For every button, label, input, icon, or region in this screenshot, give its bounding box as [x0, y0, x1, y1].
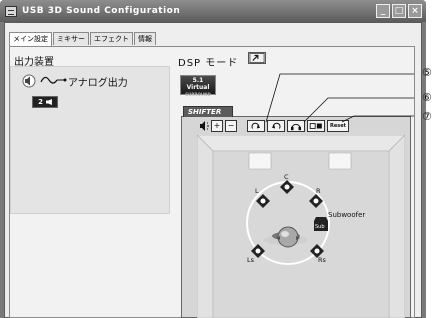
minimize-button[interactable]: _	[376, 4, 390, 18]
title-bar[interactable]: USB 3D Sound Configuration _ □ ×	[0, 0, 426, 22]
zoom-in-button[interactable]: +	[211, 119, 223, 132]
label-r: R	[316, 187, 321, 195]
channel-count: 2	[38, 98, 43, 106]
tab-effects[interactable]: エフェクト	[90, 32, 133, 45]
virtual-line2: Virtual	[186, 84, 210, 91]
virtual-surround-button[interactable]: 5.1 Virtual SURROUND	[180, 75, 216, 97]
label-c: C	[284, 173, 289, 181]
app-icon	[5, 5, 17, 17]
close-button[interactable]: ×	[408, 4, 422, 18]
analog-output-label: アナログ出力	[68, 78, 128, 89]
label-ls: Ls	[247, 256, 255, 264]
virtual-line3: SURROUND	[185, 92, 211, 97]
shifter-tab[interactable]: SHIFTER	[183, 106, 233, 117]
label-subwoofer: Subwoofer	[328, 211, 366, 219]
volume-icon	[200, 120, 209, 131]
listener-head-icon	[276, 226, 300, 248]
zoom-out-button[interactable]: −	[225, 119, 237, 132]
callout-6-text: ⑥	[422, 91, 432, 104]
maximize-button[interactable]: □	[392, 4, 406, 18]
label-l: L	[255, 187, 259, 195]
callout-7-text: ⑦	[422, 110, 432, 123]
tab-info[interactable]: 情報	[134, 32, 156, 45]
channel-button[interactable]: 2	[32, 96, 58, 108]
window-controls: _ □ ×	[376, 4, 422, 18]
callout-7: ⑦	[422, 110, 432, 123]
tab-strip: メイン設定 ミキサー エフェクト 情報	[9, 32, 157, 46]
tab-main-settings[interactable]: メイン設定	[9, 32, 52, 46]
app-window: USB 3D Sound Configuration _ □ × メイン設定 ミ…	[0, 0, 426, 318]
window-title: USB 3D Sound Configuration	[22, 6, 181, 16]
speaker-mini-icon	[45, 99, 52, 105]
speaker-c[interactable]	[280, 180, 294, 194]
callout-lines	[265, 73, 414, 123]
callout-5: ⑤	[422, 66, 432, 79]
output-device-title: 出力装置	[14, 57, 54, 68]
label-rs: Rs	[318, 256, 326, 264]
speaker-icon	[22, 74, 36, 88]
analog-wave-icon	[40, 76, 67, 84]
dsp-mode-label: DSP モード	[178, 58, 239, 69]
callout-6: ⑥	[422, 91, 432, 104]
tab-mixer[interactable]: ミキサー	[53, 32, 89, 45]
speaker-r[interactable]	[309, 194, 323, 208]
label-sub-tag: Sub	[315, 224, 325, 230]
virtual-line1: 5.1	[192, 77, 204, 84]
speaker-l[interactable]	[256, 194, 270, 208]
callout-5-text: ⑤	[422, 66, 432, 79]
